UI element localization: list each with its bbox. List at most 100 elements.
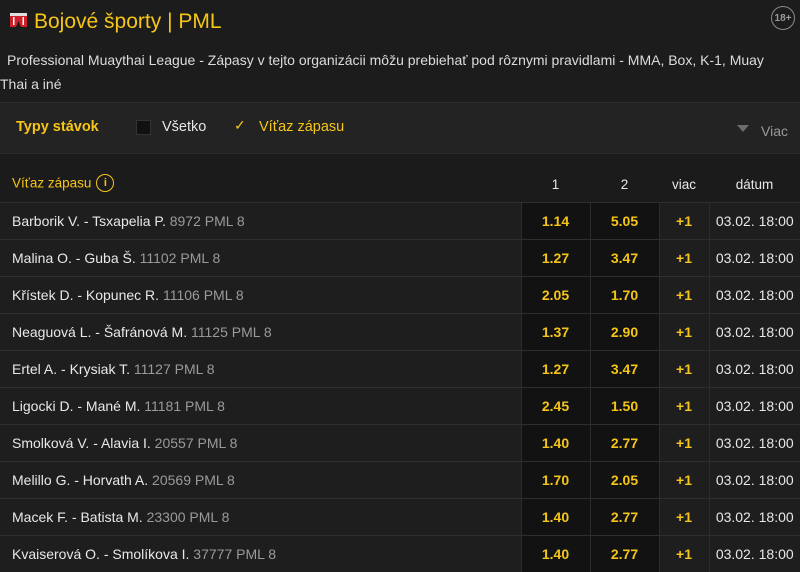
more-filters-dropdown[interactable]: Viac <box>737 123 788 139</box>
match-date: 03.02. 18:00 <box>709 388 800 425</box>
match-cell[interactable]: Macek F. - Batista M. 23300 PML 8 <box>0 499 521 536</box>
home-odds-button[interactable]: 1.14 <box>521 203 590 240</box>
match-cell[interactable]: Kvaiserová O. - Smolíkova I. 37777 PML 8 <box>0 536 521 572</box>
match-code: 11106 PML 8 <box>163 287 244 303</box>
away-odds-button[interactable]: 2.77 <box>590 499 659 536</box>
away-odds-button[interactable]: 2.90 <box>590 314 659 351</box>
away-odds-button[interactable]: 3.47 <box>590 240 659 277</box>
more-markets-link[interactable]: +1 <box>659 388 709 425</box>
home-odds-button[interactable]: 1.27 <box>521 351 590 388</box>
home-odds-button[interactable]: 1.27 <box>521 240 590 277</box>
table-row: Melillo G. - Horvath A. 20569 PML 81.702… <box>0 462 800 499</box>
dropdown-triangle-icon <box>737 125 749 132</box>
match-name: Malina O. - Guba Š. <box>12 250 136 266</box>
more-markets-link[interactable]: +1 <box>659 351 709 388</box>
table-row: Ligocki D. - Mané M. 11181 PML 82.451.50… <box>0 388 800 425</box>
age-restriction-badge: 18+ <box>771 6 795 30</box>
match-winner-checkbox[interactable]: ✓ <box>234 117 247 130</box>
home-odds-button[interactable]: 1.37 <box>521 314 590 351</box>
more-markets-link[interactable]: +1 <box>659 499 709 536</box>
table-row: Kvaiserová O. - Smolíkova I. 37777 PML 8… <box>0 536 800 572</box>
league-title: PML <box>178 10 221 33</box>
more-markets-link[interactable]: +1 <box>659 425 709 462</box>
match-date: 03.02. 18:00 <box>709 351 800 388</box>
table-row: Macek F. - Batista M. 23300 PML 81.402.7… <box>0 499 800 536</box>
table-row: Křístek D. - Kopunec R. 11106 PML 82.051… <box>0 277 800 314</box>
table-row: Barborik V. - Tsxapelia P. 8972 PML 81.1… <box>0 203 800 240</box>
match-date: 03.02. 18:00 <box>709 425 800 462</box>
more-markets-link[interactable]: +1 <box>659 277 709 314</box>
more-markets-link[interactable]: +1 <box>659 462 709 499</box>
market-column-header: Víťaz zápasu i <box>0 166 521 203</box>
match-name: Macek F. - Batista M. <box>12 509 143 525</box>
match-cell[interactable]: Melillo G. - Horvath A. 20569 PML 8 <box>0 462 521 499</box>
home-odds-button[interactable]: 2.45 <box>521 388 590 425</box>
date-header: dátum <box>709 166 800 203</box>
home-odds-button[interactable]: 1.40 <box>521 499 590 536</box>
home-odds-header: 1 <box>521 166 590 203</box>
page-title: Bojové športy | PML <box>34 10 222 34</box>
away-odds-button[interactable]: 1.70 <box>590 277 659 314</box>
away-odds-button[interactable]: 5.05 <box>590 203 659 240</box>
away-odds-header: 2 <box>590 166 659 203</box>
title-separator: | <box>167 10 172 33</box>
info-icon[interactable]: i <box>96 174 114 192</box>
league-description-text: Professional Muaythai League - Zápasy v … <box>0 48 794 96</box>
more-markets-link[interactable]: +1 <box>659 314 709 351</box>
page-header: Bojové športy | PML 18+ <box>0 0 800 44</box>
match-name: Neaguová L. - Šafránová M. <box>12 324 187 340</box>
home-odds-button[interactable]: 1.40 <box>521 425 590 462</box>
more-markets-link[interactable]: +1 <box>659 203 709 240</box>
match-code: 11125 PML 8 <box>191 324 272 340</box>
bet-type-filters: Typy stávok Všetko ✓ Víťaz zápasu Viac <box>0 102 800 154</box>
match-date: 03.02. 18:00 <box>709 277 800 314</box>
table-row: Malina O. - Guba Š. 11102 PML 81.273.47+… <box>0 240 800 277</box>
match-code: 11102 PML 8 <box>140 250 221 266</box>
match-date: 03.02. 18:00 <box>709 240 800 277</box>
match-cell[interactable]: Neaguová L. - Šafránová M. 11125 PML 8 <box>0 314 521 351</box>
match-cell[interactable]: Smolková V. - Alavia I. 20557 PML 8 <box>0 425 521 462</box>
match-date: 03.02. 18:00 <box>709 462 800 499</box>
match-code: 8972 PML 8 <box>170 213 245 229</box>
league-description: Professional Muaythai League - Zápasy v … <box>0 44 800 102</box>
table-header-row: Víťaz zápasu i 1 2 viac dátum <box>0 166 800 203</box>
market-column-label: Víťaz zápasu <box>12 176 91 191</box>
away-odds-button[interactable]: 2.05 <box>590 462 659 499</box>
match-name: Barborik V. - Tsxapelia P. <box>12 213 166 229</box>
away-odds-button[interactable]: 1.50 <box>590 388 659 425</box>
match-code: 20557 PML 8 <box>155 435 238 451</box>
table-row: Neaguová L. - Šafránová M. 11125 PML 81.… <box>0 314 800 351</box>
match-cell[interactable]: Křístek D. - Kopunec R. 11106 PML 8 <box>0 277 521 314</box>
match-cell[interactable]: Barborik V. - Tsxapelia P. 8972 PML 8 <box>0 203 521 240</box>
match-code: 37777 PML 8 <box>193 546 276 562</box>
match-cell[interactable]: Ertel A. - Krysiak T. 11127 PML 8 <box>0 351 521 388</box>
home-odds-button[interactable]: 2.05 <box>521 277 590 314</box>
boxing-shorts-icon <box>10 13 27 28</box>
match-name: Ertel A. - Krysiak T. <box>12 361 130 377</box>
more-filters-label: Viac <box>761 123 788 139</box>
match-name: Melillo G. - Horvath A. <box>12 472 148 488</box>
match-code: 11181 PML 8 <box>144 398 225 414</box>
match-date: 03.02. 18:00 <box>709 536 800 572</box>
away-odds-button[interactable]: 3.47 <box>590 351 659 388</box>
more-markets-link[interactable]: +1 <box>659 536 709 572</box>
table-row: Ertel A. - Krysiak T. 11127 PML 81.273.4… <box>0 351 800 388</box>
more-markets-link[interactable]: +1 <box>659 240 709 277</box>
match-winner-option-label[interactable]: Víťaz zápasu <box>259 119 344 135</box>
odds-table: Víťaz zápasu i 1 2 viac dátum Barborik V.… <box>0 166 800 572</box>
away-odds-button[interactable]: 2.77 <box>590 425 659 462</box>
more-header: viac <box>659 166 709 203</box>
match-code: 23300 PML 8 <box>147 509 230 525</box>
bet-types-label: Typy stávok <box>16 119 99 135</box>
all-checkbox[interactable] <box>136 120 151 135</box>
match-name: Kvaiserová O. - Smolíkova I. <box>12 546 189 562</box>
match-cell[interactable]: Ligocki D. - Mané M. 11181 PML 8 <box>0 388 521 425</box>
home-odds-button[interactable]: 1.40 <box>521 536 590 572</box>
match-date: 03.02. 18:00 <box>709 499 800 536</box>
all-option-label[interactable]: Všetko <box>162 119 206 135</box>
away-odds-button[interactable]: 2.77 <box>590 536 659 572</box>
match-date: 03.02. 18:00 <box>709 203 800 240</box>
match-cell[interactable]: Malina O. - Guba Š. 11102 PML 8 <box>0 240 521 277</box>
match-name: Křístek D. - Kopunec R. <box>12 287 159 303</box>
home-odds-button[interactable]: 1.70 <box>521 462 590 499</box>
